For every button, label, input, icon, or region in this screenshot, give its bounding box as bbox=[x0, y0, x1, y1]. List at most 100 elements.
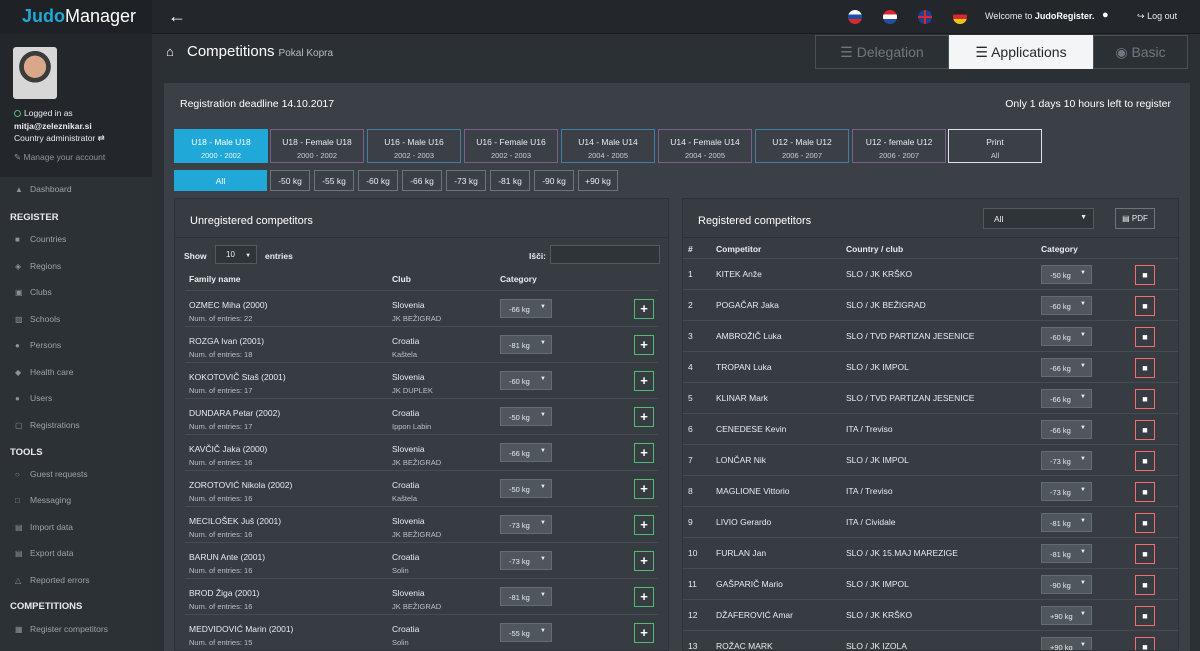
tab-category-u12-male[interactable]: U12 - Male U12 2006 - 2007 bbox=[755, 129, 849, 163]
sidebar-item-reported-errors[interactable]: △ Reported errors bbox=[0, 568, 152, 594]
registered-filter-select[interactable]: All ▼ bbox=[983, 208, 1094, 229]
page-scrollbar-gutter[interactable] bbox=[1192, 83, 1200, 651]
column-category[interactable]: Category bbox=[500, 274, 537, 284]
category-select[interactable]: -73 kg ▼ bbox=[1041, 451, 1092, 470]
category-select[interactable]: -73 kg ▼ bbox=[500, 515, 552, 534]
logout-link[interactable]: ↪ Log out bbox=[1137, 11, 1177, 22]
category-select[interactable]: -55 kg ▼ bbox=[500, 623, 552, 642]
tab-category-u14-male[interactable]: U14 - Male U14 2004 - 2005 bbox=[561, 129, 655, 163]
category-select[interactable]: -60 kg ▼ bbox=[1041, 327, 1092, 346]
category-select[interactable]: -66 kg ▼ bbox=[500, 299, 552, 318]
category-select[interactable]: -60 kg ▼ bbox=[1041, 296, 1092, 315]
remove-competitor-button[interactable]: ■ bbox=[1135, 513, 1155, 533]
sidebar-item-clubs[interactable]: ▣ Clubs bbox=[0, 280, 152, 306]
weight-filter-all[interactable]: All bbox=[174, 170, 267, 191]
tab-category-u18-female[interactable]: U18 - Female U18 2000 - 2002 bbox=[270, 129, 364, 163]
remove-competitor-button[interactable]: ■ bbox=[1135, 358, 1155, 378]
add-competitor-button[interactable]: + bbox=[634, 407, 654, 427]
tab-category-u16-male[interactable]: U16 - Male U16 2002 - 2003 bbox=[367, 129, 461, 163]
category-select[interactable]: +90 kg ▼ bbox=[1041, 606, 1092, 625]
weight-filter-73[interactable]: -73 kg bbox=[446, 170, 486, 191]
add-competitor-button[interactable]: + bbox=[634, 479, 654, 499]
remove-competitor-button[interactable]: ■ bbox=[1135, 606, 1155, 626]
sidebar-item-export-data[interactable]: ▤ Export data bbox=[0, 541, 152, 567]
category-select[interactable]: -66 kg ▼ bbox=[1041, 389, 1092, 408]
category-select[interactable]: -73 kg ▼ bbox=[1041, 482, 1092, 501]
tab-category-u14-female[interactable]: U14 - Female U14 2004 - 2005 bbox=[658, 129, 752, 163]
sidebar-item-register-competitors[interactable]: ▦ Register competitors bbox=[0, 617, 152, 643]
weight-filter-81[interactable]: -81 kg bbox=[490, 170, 530, 191]
sidebar-item-health-care[interactable]: ◆ Health care bbox=[0, 360, 152, 386]
remove-competitor-button[interactable]: ■ bbox=[1135, 451, 1155, 471]
category-select[interactable]: -73 kg ▼ bbox=[500, 551, 552, 570]
weight-filter-66[interactable]: -66 kg bbox=[402, 170, 442, 191]
remove-competitor-button[interactable]: ■ bbox=[1135, 544, 1155, 564]
sidebar-item-persons[interactable]: ● Persons bbox=[0, 333, 152, 359]
tab-delegation[interactable]: ☰ Delegation bbox=[815, 35, 949, 69]
sidebar-item-guest-requests[interactable]: ○ Guest requests bbox=[0, 462, 152, 488]
sidebar-item-registrations[interactable]: ▢ Registrations bbox=[0, 413, 152, 439]
category-select[interactable]: -66 kg ▼ bbox=[1041, 358, 1092, 377]
sidebar-item-users[interactable]: ● Users bbox=[0, 386, 152, 412]
remove-competitor-button[interactable]: ■ bbox=[1135, 420, 1155, 440]
sidebar-item-schools[interactable]: ▨ Schools bbox=[0, 307, 152, 333]
category-select[interactable]: -90 kg ▼ bbox=[1041, 575, 1092, 594]
add-competitor-button[interactable]: + bbox=[634, 299, 654, 319]
manage-account-link[interactable]: ✎ Manage your account bbox=[14, 152, 105, 163]
arrow-left-icon[interactable]: ← bbox=[168, 6, 186, 27]
category-select[interactable]: -50 kg ▼ bbox=[500, 407, 552, 426]
remove-competitor-button[interactable]: ■ bbox=[1135, 575, 1155, 595]
tab-basic[interactable]: ◉ Basic bbox=[1093, 35, 1188, 69]
entries-select[interactable]: 10 ▼ bbox=[215, 245, 257, 264]
flag-slovenia-icon[interactable] bbox=[848, 10, 862, 24]
sidebar-item-countries[interactable]: ■ Countries bbox=[0, 227, 152, 253]
category-select[interactable]: -81 kg ▼ bbox=[500, 587, 552, 606]
category-select[interactable]: -81 kg ▼ bbox=[500, 335, 552, 354]
tab-applications[interactable]: ☰ Applications bbox=[949, 35, 1093, 69]
sidebar-item-dashboard[interactable]: ▲ Dashboard bbox=[0, 177, 152, 203]
tab-category-u12-female[interactable]: U12 - female U12 2006 - 2007 bbox=[852, 129, 946, 163]
weight-filter-50[interactable]: -50 kg bbox=[270, 170, 310, 191]
remove-competitor-button[interactable]: ■ bbox=[1135, 327, 1155, 347]
remove-competitor-button[interactable]: ■ bbox=[1135, 637, 1155, 650]
column-competitor[interactable]: Competitor bbox=[716, 244, 761, 254]
column-club[interactable]: Club bbox=[392, 274, 411, 284]
brand-logo[interactable]: JudoManager bbox=[0, 0, 152, 34]
print-all-button[interactable]: Print All bbox=[948, 129, 1042, 163]
weight-filter-60[interactable]: -60 kg bbox=[358, 170, 398, 191]
sidebar-item-messaging[interactable]: □ Messaging bbox=[0, 488, 152, 514]
flag-germany-icon[interactable] bbox=[953, 10, 967, 24]
column-category[interactable]: Category bbox=[1041, 244, 1078, 254]
category-select[interactable]: -66 kg ▼ bbox=[1041, 420, 1092, 439]
add-competitor-button[interactable]: + bbox=[634, 623, 654, 643]
category-select[interactable]: +90 kg ▼ bbox=[1041, 637, 1092, 650]
home-icon[interactable]: ⌂ bbox=[166, 44, 174, 59]
flag-croatia-icon[interactable] bbox=[883, 10, 897, 24]
bell-icon[interactable]: ● bbox=[1102, 9, 1109, 21]
sidebar-item-import-data[interactable]: ▤ Import data bbox=[0, 515, 152, 541]
weight-filter-90[interactable]: -90 kg bbox=[534, 170, 574, 191]
column-family-name[interactable]: Family name bbox=[189, 274, 241, 284]
sidebar-item-regions[interactable]: ◈ Regions bbox=[0, 254, 152, 280]
shuffle-icon[interactable]: ⇄ bbox=[98, 133, 105, 143]
column-country-club[interactable]: Country / club bbox=[846, 244, 903, 254]
remove-competitor-button[interactable]: ■ bbox=[1135, 265, 1155, 285]
add-competitor-button[interactable]: + bbox=[634, 371, 654, 391]
category-select[interactable]: -50 kg ▼ bbox=[500, 479, 552, 498]
tab-category-u18-male[interactable]: U18 - Male U18 2000 - 2002 bbox=[174, 129, 268, 163]
category-select[interactable]: -50 kg ▼ bbox=[1041, 265, 1092, 284]
add-competitor-button[interactable]: + bbox=[634, 551, 654, 571]
weight-filter-plus90[interactable]: +90 kg bbox=[578, 170, 618, 191]
remove-competitor-button[interactable]: ■ bbox=[1135, 389, 1155, 409]
flag-uk-icon[interactable] bbox=[918, 10, 932, 24]
weight-filter-55[interactable]: -55 kg bbox=[314, 170, 354, 191]
add-competitor-button[interactable]: + bbox=[634, 443, 654, 463]
pdf-export-button[interactable]: ▤ PDF bbox=[1115, 208, 1155, 229]
category-select[interactable]: -81 kg ▼ bbox=[1041, 513, 1092, 532]
search-input[interactable] bbox=[550, 245, 660, 264]
category-select[interactable]: -81 kg ▼ bbox=[1041, 544, 1092, 563]
category-select[interactable]: -66 kg ▼ bbox=[500, 443, 552, 462]
add-competitor-button[interactable]: + bbox=[634, 335, 654, 355]
remove-competitor-button[interactable]: ■ bbox=[1135, 296, 1155, 316]
user-role[interactable]: Country administrator ⇄ bbox=[14, 133, 105, 144]
